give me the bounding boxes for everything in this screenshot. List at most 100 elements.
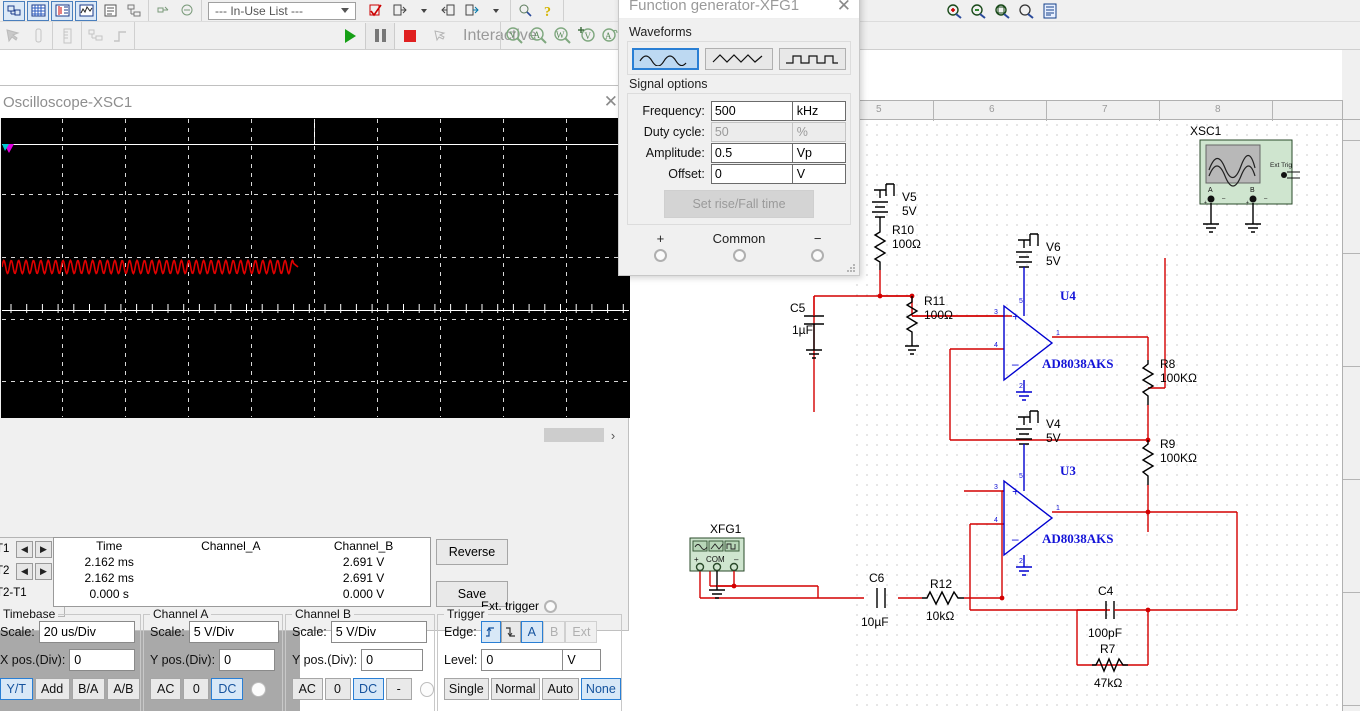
ruler-icon[interactable] — [56, 26, 78, 46]
svg-text:–: – — [1011, 356, 1019, 371]
channel-b-scale-input[interactable]: 5 V/Div — [330, 621, 427, 643]
timebase-scale-input[interactable]: 20 us/Div — [38, 621, 135, 643]
zoom-out-icon[interactable] — [967, 1, 989, 21]
cursor-t2-left-button[interactable]: ◀ — [16, 562, 33, 580]
channel-a-ypos-input[interactable]: 0 — [219, 649, 276, 671]
select-tool-icon[interactable] — [3, 26, 25, 46]
function-generator-dialog[interactable]: Function generator-XFG1 ✕ Waveforms Sign… — [618, 0, 860, 276]
channel-b-coupling-dc[interactable]: DC — [352, 678, 384, 700]
frequency-unit[interactable]: kHz — [792, 101, 846, 121]
trigger-source-a[interactable]: A — [520, 621, 544, 643]
magnifier-tool-icon[interactable] — [514, 1, 536, 21]
resize-grip-icon[interactable] — [846, 263, 856, 273]
pause-button[interactable] — [365, 22, 395, 49]
bus-vector-icon[interactable] — [176, 1, 198, 21]
hierarchy-icon[interactable] — [123, 1, 145, 21]
terminal-negative-connector[interactable] — [811, 249, 825, 262]
channel-b-coupling-ac[interactable]: AC — [292, 678, 323, 700]
channel-a-terminal[interactable] — [251, 681, 267, 697]
ext-trigger-terminal[interactable] — [544, 599, 558, 613]
cursor-t1-right-button[interactable]: ▶ — [35, 540, 52, 558]
timebase-mode-add[interactable]: Add — [34, 678, 70, 700]
chevron-down-icon[interactable] — [485, 1, 507, 21]
subcircuit-icon[interactable] — [152, 1, 174, 21]
timebase-mode-yt[interactable]: Y/T — [0, 678, 33, 700]
trigger-source-ext[interactable]: Ext — [565, 621, 598, 643]
channel-a-scale-input[interactable]: 5 V/Div — [188, 621, 279, 643]
timebase-xpos-input[interactable]: 0 — [69, 649, 136, 671]
bus-icon[interactable] — [51, 0, 73, 21]
square-wave-button[interactable] — [778, 48, 847, 70]
amplitude-input[interactable]: 0.5 — [710, 143, 793, 163]
channel-a-coupling-gnd[interactable]: 0 — [183, 678, 210, 700]
netlist-icon[interactable] — [85, 26, 107, 46]
probe-icon[interactable] — [27, 26, 49, 46]
in-use-list-dropdown[interactable]: --- In-Use List --- — [208, 1, 356, 20]
close-icon[interactable]: ✕ — [837, 0, 851, 14]
place-component-icon[interactable] — [3, 0, 25, 21]
zoom-area-icon[interactable] — [991, 1, 1013, 21]
ext-trigger-control[interactable]: Ext. trigger — [481, 599, 558, 613]
amplitude-unit[interactable]: Vp — [792, 143, 846, 163]
forward-annotate-icon[interactable] — [461, 1, 483, 21]
svg-text:AD8038AKS: AD8038AKS — [1042, 356, 1114, 371]
rising-edge-icon[interactable] — [480, 621, 501, 643]
frequency-input[interactable]: 500 — [710, 101, 793, 121]
scrollbar-thumb[interactable] — [544, 428, 604, 442]
cursor-t1-left-button[interactable]: ◀ — [16, 540, 33, 558]
back-annotate-icon[interactable] — [437, 1, 459, 21]
function-generator-terminals: + Common − — [619, 227, 859, 268]
sine-wave-button[interactable] — [632, 48, 700, 70]
zoom-fit-icon[interactable] — [1015, 1, 1037, 21]
channel-b-ypos-input[interactable]: 0 — [361, 649, 424, 671]
trigger-source-b[interactable]: B — [543, 621, 566, 643]
close-icon[interactable]: ✕ — [604, 92, 618, 112]
terminal-positive-connector[interactable] — [653, 249, 667, 262]
timebase-mode-buttons: Y/T Add B/A A/B — [0, 678, 140, 700]
voltage-probe-icon[interactable]: V — [504, 26, 526, 46]
reverse-button[interactable]: Reverse — [436, 539, 508, 565]
falling-edge-icon[interactable] — [500, 621, 521, 643]
trigger-mode-normal[interactable]: Normal — [490, 678, 541, 700]
report-icon[interactable] — [99, 1, 121, 21]
zoom-in-icon[interactable] — [943, 1, 965, 21]
terminal-positive[interactable]: + — [653, 231, 667, 262]
terminal-negative[interactable]: − — [811, 231, 825, 262]
analysis-icon[interactable] — [75, 0, 97, 21]
timebase-mode-ab[interactable]: A/B — [106, 678, 140, 700]
trigger-mode-none[interactable]: None — [580, 678, 622, 700]
terminal-common[interactable]: Common — [713, 231, 765, 262]
channel-b-terminal[interactable] — [419, 681, 434, 697]
oscilloscope-window[interactable]: Oscilloscope-XSC1 ✕ › 1 ◀ ▶ 2 ◀ ▶ 2-T1 T… — [0, 85, 630, 711]
run-button[interactable] — [335, 23, 365, 49]
current-probe-icon[interactable]: A — [528, 26, 550, 46]
offset-input[interactable]: 0 — [710, 164, 793, 184]
step-signal-icon[interactable] — [109, 26, 131, 46]
timebase-mode-ba[interactable]: B/A — [71, 678, 105, 700]
trigger-mode-single[interactable]: Single — [444, 678, 489, 700]
help-icon[interactable]: ? — [538, 1, 560, 21]
export-icon[interactable] — [389, 1, 411, 21]
chevron-down-icon[interactable] — [413, 1, 435, 21]
oscilloscope-titlebar: Oscilloscope-XSC1 ✕ — [0, 86, 628, 118]
add-voltage-probe-icon[interactable]: V — [576, 26, 598, 46]
list-icon[interactable] — [1039, 1, 1061, 21]
trigger-mode-auto[interactable]: Auto — [542, 678, 579, 700]
terminal-common-connector[interactable] — [732, 249, 746, 262]
oscilloscope-display[interactable] — [1, 118, 630, 418]
channel-b-invert[interactable]: - — [385, 678, 412, 700]
oscilloscope-scrollbar[interactable]: › — [0, 424, 622, 446]
channel-a-coupling-dc[interactable]: DC — [211, 678, 244, 700]
power-probe-icon[interactable]: W — [552, 26, 574, 46]
channel-a-coupling-ac[interactable]: AC — [150, 678, 182, 700]
scroll-right-icon[interactable]: › — [604, 428, 622, 443]
trigger-level-input[interactable]: 0 — [481, 649, 564, 671]
set-rise-fall-time-button[interactable]: Set rise/Fall time — [664, 190, 814, 218]
cursor-t2-right-button[interactable]: ▶ — [35, 562, 52, 580]
grid-icon[interactable] — [27, 0, 49, 21]
triangle-wave-button[interactable] — [705, 48, 773, 70]
channel-b-coupling-gnd[interactable]: 0 — [324, 678, 351, 700]
stop-button[interactable] — [395, 23, 425, 49]
offset-unit[interactable]: V — [792, 164, 846, 184]
design-rule-check-icon[interactable] — [365, 1, 387, 21]
